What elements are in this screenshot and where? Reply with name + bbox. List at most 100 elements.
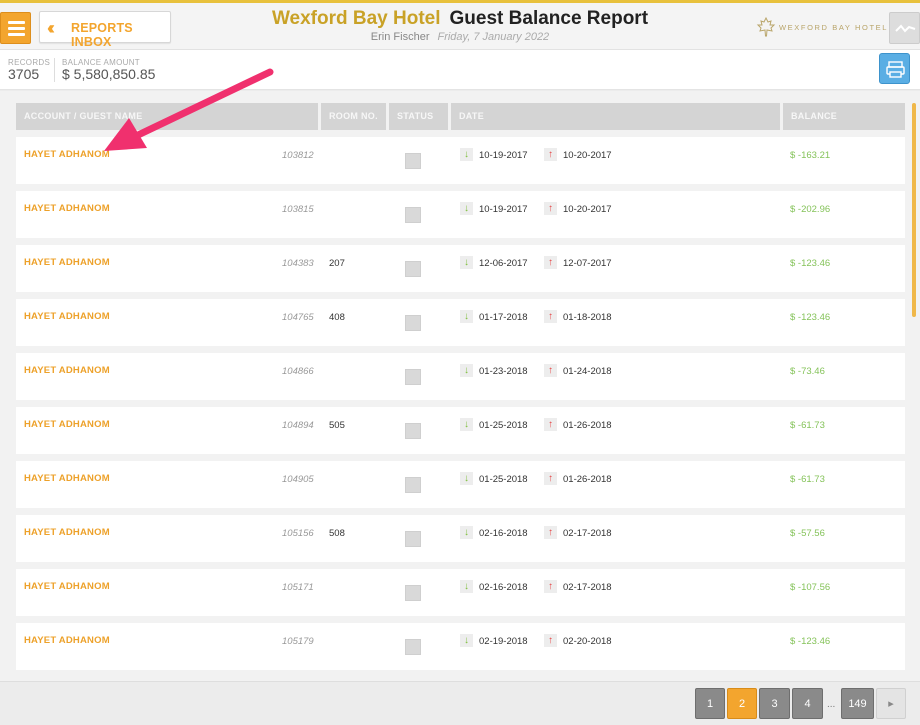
arrow-up-icon: ↑ (544, 202, 557, 215)
app-header: ‹‹ REPORTS INBOX Wexford Bay Hotel Guest … (0, 3, 920, 50)
summary-divider (54, 58, 55, 82)
summary-bar: RECORDS 3705 BALANCE AMOUNT $ 5,580,850.… (0, 50, 920, 90)
departure-date: 12-07-2017 (563, 258, 612, 269)
page-button-2[interactable]: 2 (727, 688, 757, 719)
arrow-down-icon: ↓ (460, 526, 473, 539)
balance-value: $ -61.73 (790, 474, 825, 485)
page-button-3[interactable]: 3 (759, 688, 790, 719)
arrival-date: 10-19-2017 (479, 150, 528, 161)
account-number: 104383 (282, 258, 314, 269)
table-row[interactable]: HAYET ADHANOM 105179 ↓ 02-19-2018 ↑ 02-2… (16, 623, 905, 670)
table-row[interactable]: HAYET ADHANOM 103815 ↓ 10-19-2017 ↑ 10-2… (16, 191, 905, 238)
activity-button[interactable] (889, 12, 920, 44)
room-number: 508 (329, 528, 345, 539)
activity-icon (895, 24, 916, 33)
table-row[interactable]: HAYET ADHANOM 104765 408 ↓ 01-17-2018 ↑ … (16, 299, 905, 346)
report-title: Guest Balance Report (449, 8, 649, 29)
guest-name-link[interactable]: HAYET ADHANOM (24, 581, 110, 592)
account-number: 103815 (282, 204, 314, 215)
report-title-block: Wexford Bay Hotel Guest Balance Report Er… (200, 8, 720, 43)
column-header-account[interactable]: ACCOUNT / GUEST NAME (16, 103, 318, 130)
column-header-date[interactable]: DATE (451, 103, 780, 130)
account-number: 104894 (282, 420, 314, 431)
report-table: ACCOUNT / GUEST NAME ROOM NO. STATUS DAT… (0, 91, 920, 681)
status-indicator (405, 531, 421, 547)
report-user: Erin Fischer (370, 31, 430, 43)
arrow-down-icon: ↓ (460, 634, 473, 647)
account-number: 103812 (282, 150, 314, 161)
guest-name-link[interactable]: HAYET ADHANOM (24, 635, 110, 646)
arrow-down-icon: ↓ (460, 418, 473, 431)
arrow-down-icon: ↓ (460, 202, 473, 215)
arrow-up-icon: ↑ (544, 364, 557, 377)
menu-button[interactable] (0, 12, 31, 44)
departure-date: 01-18-2018 (563, 312, 612, 323)
arrow-up-icon: ↑ (544, 310, 557, 323)
table-row[interactable]: HAYET ADHANOM 105156 508 ↓ 02-16-2018 ↑ … (16, 515, 905, 562)
departure-date: 10-20-2017 (563, 204, 612, 215)
status-indicator (405, 423, 421, 439)
arrow-down-icon: ↓ (460, 148, 473, 161)
departure-date: 01-24-2018 (563, 366, 612, 377)
balance-amount-value: $ 5,580,850.85 (62, 66, 156, 82)
hotel-name: Wexford Bay Hotel (271, 8, 441, 29)
guest-name-link[interactable]: HAYET ADHANOM (24, 257, 110, 268)
printer-icon (886, 61, 905, 78)
page-button-last[interactable]: 149 (841, 688, 874, 719)
arrow-down-icon: ↓ (460, 364, 473, 377)
table-row[interactable]: HAYET ADHANOM 104866 ↓ 01-23-2018 ↑ 01-2… (16, 353, 905, 400)
vertical-scrollbar[interactable] (912, 103, 916, 317)
print-button[interactable] (879, 53, 910, 84)
guest-name-link[interactable]: HAYET ADHANOM (24, 365, 110, 376)
balance-value: $ -163.21 (790, 150, 831, 161)
status-indicator (405, 315, 421, 331)
arrival-date: 02-16-2018 (479, 528, 528, 539)
departure-date: 02-17-2018 (563, 528, 612, 539)
status-indicator (405, 585, 421, 601)
departure-date: 10-20-2017 (563, 150, 612, 161)
arrival-date: 02-16-2018 (479, 582, 528, 593)
arrow-up-icon: ↑ (544, 526, 557, 539)
guest-name-link[interactable]: HAYET ADHANOM (24, 203, 110, 214)
account-number: 105179 (282, 636, 314, 647)
balance-value: $ -202.96 (790, 204, 831, 215)
table-row[interactable]: HAYET ADHANOM 104894 505 ↓ 01-25-2018 ↑ … (16, 407, 905, 454)
status-indicator (405, 261, 421, 277)
departure-date: 01-26-2018 (563, 420, 612, 431)
balance-value: $ -61.73 (790, 420, 825, 431)
pagination-ellipsis: ... (827, 699, 836, 710)
arrival-date: 01-23-2018 (479, 366, 528, 377)
next-page-button[interactable]: ▸ (876, 688, 906, 719)
guest-name-link[interactable]: HAYET ADHANOM (24, 419, 110, 430)
arrow-up-icon: ↑ (544, 472, 557, 485)
balance-value: $ -107.56 (790, 582, 831, 593)
arrow-down-icon: ↓ (460, 580, 473, 593)
triangle-right-icon: ▸ (888, 698, 894, 710)
balance-value: $ -123.46 (790, 636, 831, 647)
guest-name-link[interactable]: HAYET ADHANOM (24, 311, 110, 322)
arrow-up-icon: ↑ (544, 580, 557, 593)
guest-name-link[interactable]: HAYET ADHANOM (24, 149, 110, 160)
column-header-room[interactable]: ROOM NO. (321, 103, 386, 130)
status-indicator (405, 153, 421, 169)
page-button-4[interactable]: 4 (792, 688, 823, 719)
reports-inbox-button[interactable]: ‹‹ REPORTS INBOX (39, 11, 171, 49)
arrow-down-icon: ↓ (460, 310, 473, 323)
balance-value: $ -57.56 (790, 528, 825, 539)
maple-leaf-icon (756, 17, 776, 37)
table-row[interactable]: HAYET ADHANOM 103812 ↓ 10-19-2017 ↑ 10-2… (16, 137, 905, 184)
arrow-up-icon: ↑ (544, 148, 557, 161)
arrival-date: 02-19-2018 (479, 636, 528, 647)
balance-value: $ -123.46 (790, 258, 831, 269)
account-number: 104765 (282, 312, 314, 323)
arrow-down-icon: ↓ (460, 472, 473, 485)
guest-name-link[interactable]: HAYET ADHANOM (24, 527, 110, 538)
column-header-status[interactable]: STATUS (389, 103, 448, 130)
table-row[interactable]: HAYET ADHANOM 104905 ↓ 01-25-2018 ↑ 01-2… (16, 461, 905, 508)
column-header-balance[interactable]: BALANCE (783, 103, 905, 130)
table-row[interactable]: HAYET ADHANOM 104383 207 ↓ 12-06-2017 ↑ … (16, 245, 905, 292)
status-indicator (405, 639, 421, 655)
page-button-1[interactable]: 1 (695, 688, 725, 719)
guest-name-link[interactable]: HAYET ADHANOM (24, 473, 110, 484)
table-row[interactable]: HAYET ADHANOM 105171 ↓ 02-16-2018 ↑ 02-1… (16, 569, 905, 616)
